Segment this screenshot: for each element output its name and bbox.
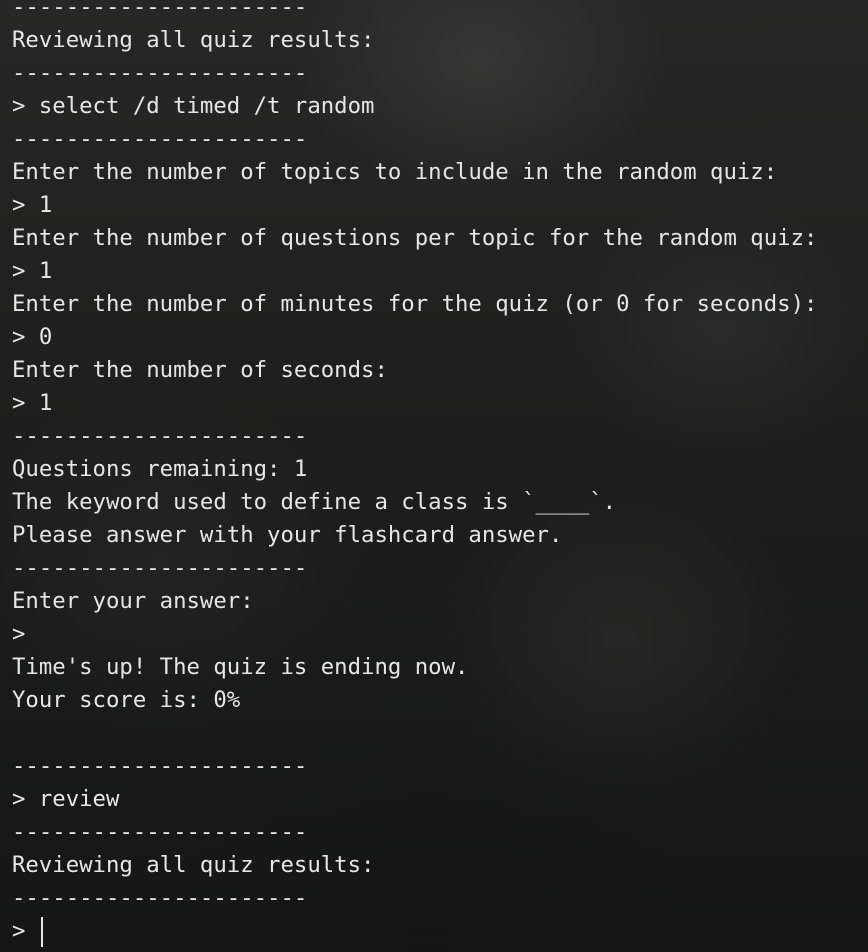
command-line: > select /d timed /t random: [12, 93, 375, 119]
input-echo-line: >: [12, 621, 26, 647]
output-line: Please answer with your flashcard answer…: [12, 522, 563, 548]
question-line: The keyword used to define a class is `_…: [12, 489, 617, 515]
text-cursor: [40, 916, 43, 947]
output-line: Enter the number of minutes for the quiz…: [12, 291, 818, 317]
input-echo-line: > 1: [12, 192, 53, 218]
separator-line: ----------------------: [12, 555, 308, 581]
output-line: Enter the number of topics to include in…: [12, 159, 778, 185]
separator-line: ----------------------: [12, 126, 308, 152]
separator-line: ----------------------: [12, 60, 308, 86]
score-line: Your score is: 0%: [12, 687, 241, 713]
output-line: Enter the number of questions per topic …: [12, 225, 818, 251]
separator-line: ----------------------: [12, 819, 308, 845]
output-line: Enter your answer:: [12, 588, 254, 614]
separator-line: ----------------------: [12, 885, 308, 911]
command-line: > review: [12, 786, 120, 812]
terminal-window[interactable]: ---------------------- Reviewing all qui…: [0, 0, 868, 952]
terminal-output: ---------------------- Reviewing all qui…: [12, 0, 862, 948]
output-line: Reviewing all quiz results:: [12, 852, 375, 878]
command-input-line[interactable]: >: [12, 915, 862, 948]
output-line: Questions remaining: 1: [12, 456, 308, 482]
prompt-symbol: >: [12, 918, 39, 944]
separator-line: ----------------------: [12, 423, 308, 449]
separator-line: ----------------------: [12, 753, 308, 779]
output-line: Time's up! The quiz is ending now.: [12, 654, 469, 680]
input-echo-line: > 1: [12, 258, 53, 284]
input-echo-line: > 1: [12, 390, 53, 416]
output-line: Enter the number of seconds:: [12, 357, 388, 383]
output-line: Reviewing all quiz results:: [12, 27, 375, 53]
separator-line: ----------------------: [12, 0, 308, 20]
input-echo-line: > 0: [12, 324, 53, 350]
